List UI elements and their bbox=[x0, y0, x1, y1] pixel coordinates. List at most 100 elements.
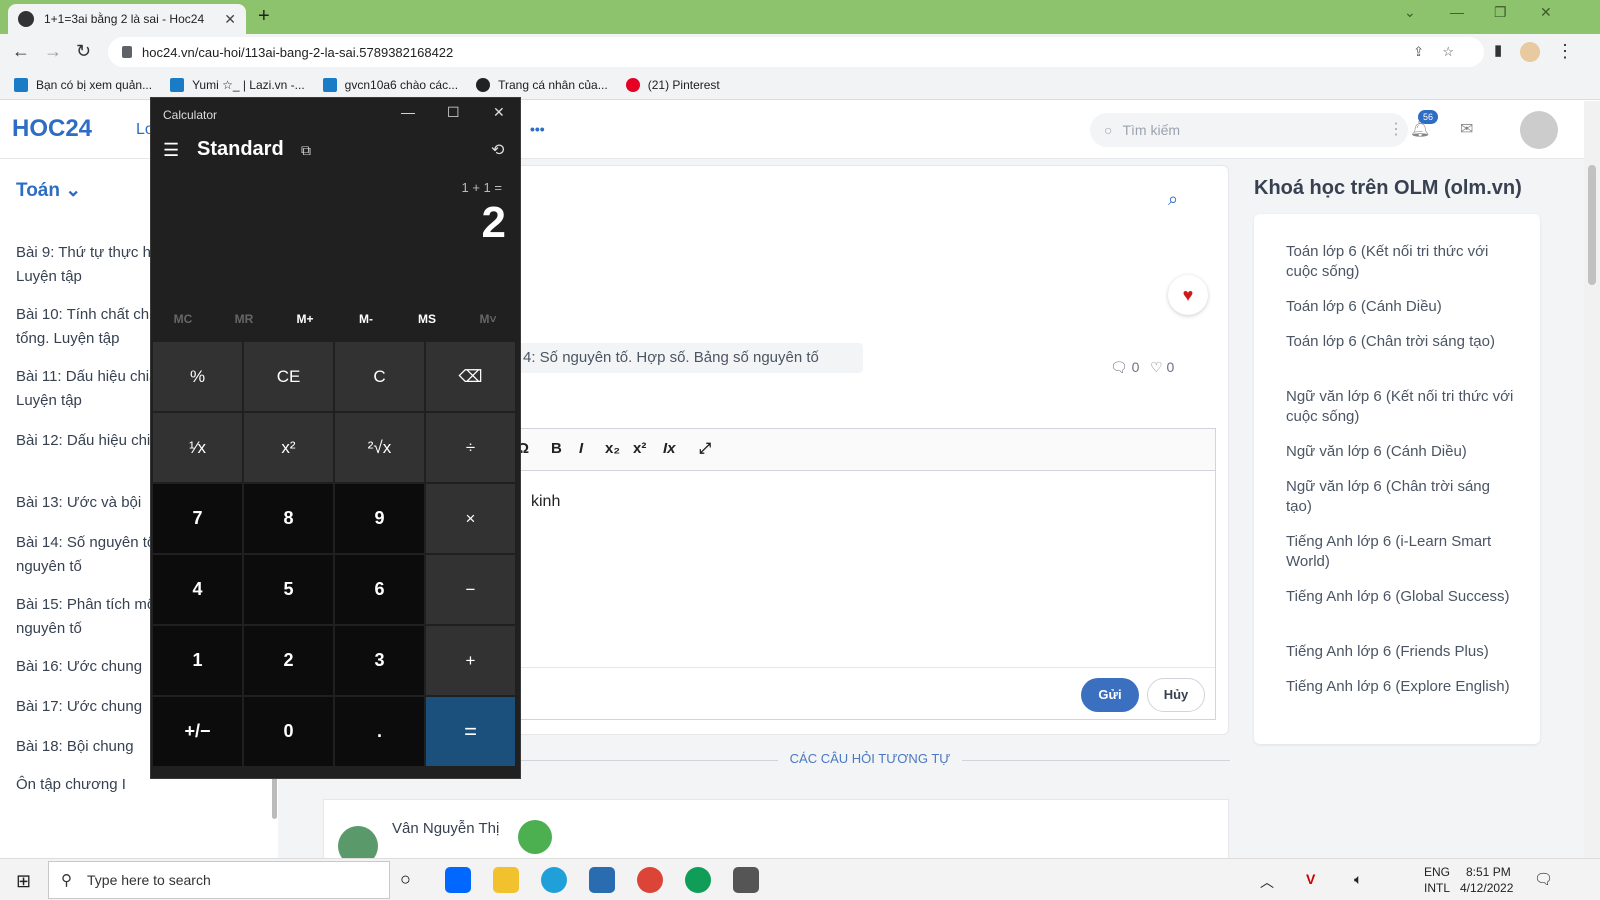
course-item[interactable]: Toán lớp 6 (Chân trời sáng tạo) bbox=[1286, 332, 1516, 352]
back-icon[interactable]: ← bbox=[12, 41, 30, 62]
kebab-icon[interactable]: ⋮ bbox=[1388, 119, 1404, 139]
site-search-input[interactable]: ○ Tìm kiếm bbox=[1090, 113, 1408, 147]
course-item[interactable]: Toán lớp 6 (Cánh Diều) bbox=[1286, 297, 1516, 317]
bookmark-item[interactable]: Bạn có bị xem quản... bbox=[14, 77, 152, 92]
hamburger-menu-icon[interactable]: ☰ bbox=[163, 140, 179, 161]
mail-icon[interactable]: ✉ bbox=[1460, 119, 1473, 139]
memory-recall-button[interactable]: MR bbox=[214, 312, 274, 326]
fullscreen-icon[interactable]: ⤢ bbox=[699, 440, 711, 457]
zoom-search-icon[interactable]: ⌕ bbox=[1168, 189, 1178, 210]
editor-text[interactable]: kinh bbox=[531, 493, 560, 511]
equals-key[interactable]: = bbox=[426, 697, 515, 766]
site-logo[interactable]: HOC24 bbox=[12, 115, 92, 143]
like-count[interactable]: ♡ 0 bbox=[1150, 359, 1174, 376]
digit-3-key[interactable]: 3 bbox=[335, 626, 424, 695]
browser-menu-icon[interactable]: ⋮ bbox=[1556, 41, 1574, 62]
bookmark-item[interactable]: Trang cá nhân của... bbox=[476, 77, 608, 92]
profile-avatar[interactable] bbox=[1520, 42, 1540, 62]
zalo-icon[interactable] bbox=[445, 867, 471, 893]
input-language[interactable]: ENG bbox=[1424, 865, 1450, 879]
digit-7-key[interactable]: 7 bbox=[153, 484, 242, 553]
superscript-icon[interactable]: x² bbox=[633, 440, 646, 457]
edge-icon[interactable] bbox=[541, 867, 567, 893]
course-item[interactable]: Tiếng Anh lớp 6 (Global Success) bbox=[1286, 587, 1516, 607]
keyboard-layout[interactable]: INTL bbox=[1424, 881, 1450, 895]
reload-icon[interactable]: ↻ bbox=[76, 41, 91, 62]
calc-minimize-button[interactable]: — bbox=[401, 104, 415, 120]
subscript-icon[interactable]: x₂ bbox=[605, 440, 620, 457]
italic-icon[interactable]: I bbox=[579, 440, 583, 457]
digit-5-key[interactable]: 5 bbox=[244, 555, 333, 624]
course-item[interactable]: Ngữ văn lớp 6 (Kết nối tri thức với cuộc… bbox=[1286, 387, 1516, 427]
memory-store-button[interactable]: MS bbox=[397, 312, 457, 326]
tray-overflow-icon[interactable]: ︿ bbox=[1260, 872, 1274, 892]
add-key[interactable]: + bbox=[426, 626, 515, 695]
course-item[interactable]: Tiếng Anh lớp 6 (Explore English) bbox=[1286, 677, 1516, 697]
forward-icon[interactable]: → bbox=[44, 41, 62, 62]
clear-format-icon[interactable]: Ix bbox=[663, 440, 676, 457]
course-item[interactable]: Ngữ văn lớp 6 (Cánh Diều) bbox=[1286, 442, 1516, 462]
memory-clear-button[interactable]: MC bbox=[153, 312, 213, 326]
square-root-key[interactable]: ²√x bbox=[335, 413, 424, 482]
task-view-icon[interactable]: ○ bbox=[400, 869, 411, 890]
digit-6-key[interactable]: 6 bbox=[335, 555, 424, 624]
negate-key[interactable]: +/− bbox=[153, 697, 242, 766]
digit-8-key[interactable]: 8 bbox=[244, 484, 333, 553]
clock-time[interactable]: 8:51 PM bbox=[1466, 865, 1511, 879]
windows-start-icon[interactable]: ⊞ bbox=[16, 871, 31, 892]
memory-subtract-button[interactable]: M- bbox=[336, 312, 396, 326]
chrome-icon[interactable] bbox=[637, 867, 663, 893]
subject-selector[interactable]: Toán ⌄ bbox=[16, 179, 81, 202]
keep-on-top-icon[interactable]: ⧉ bbox=[301, 142, 311, 159]
answer-author[interactable]: Vân Nguyễn Thị bbox=[392, 820, 499, 837]
reciprocal-key[interactable]: ¹⁄x bbox=[153, 413, 242, 482]
address-bar[interactable]: hoc24.vn/cau-hoi/113ai-bang-2-la-sai.578… bbox=[108, 37, 1484, 67]
digit-9-key[interactable]: 9 bbox=[335, 484, 424, 553]
percent-key[interactable]: % bbox=[153, 342, 242, 411]
star-icon[interactable]: ☆ bbox=[1442, 44, 1454, 60]
memory-list-button[interactable]: M˅ bbox=[458, 312, 518, 326]
clear-key[interactable]: C bbox=[335, 342, 424, 411]
topic-tag[interactable]: 4: Số nguyên tố. Hợp số. Bảng số nguyên … bbox=[513, 343, 863, 373]
course-item[interactable]: Toán lớp 6 (Kết nối tri thức với cuộc số… bbox=[1286, 242, 1516, 282]
photos-icon[interactable] bbox=[589, 867, 615, 893]
multiply-key[interactable]: × bbox=[426, 484, 515, 553]
decimal-key[interactable]: . bbox=[335, 697, 424, 766]
digit-0-key[interactable]: 0 bbox=[244, 697, 333, 766]
digit-2-key[interactable]: 2 bbox=[244, 626, 333, 695]
course-item[interactable]: Ngữ văn lớp 6 (Chân trời sáng tạo) bbox=[1286, 477, 1516, 517]
volume-icon[interactable]: 🔈︎ bbox=[1354, 871, 1362, 888]
digit-1-key[interactable]: 1 bbox=[153, 626, 242, 695]
restore-button[interactable]: ❐ bbox=[1494, 4, 1507, 21]
scrollbar-thumb[interactable] bbox=[1588, 165, 1596, 285]
minimize-button[interactable]: — bbox=[1450, 4, 1464, 20]
course-item[interactable]: Tiếng Anh lớp 6 (i-Learn Smart World) bbox=[1286, 532, 1516, 572]
memory-add-button[interactable]: M+ bbox=[275, 312, 335, 326]
close-window-button[interactable]: ✕ bbox=[1540, 4, 1552, 21]
calc-maximize-button[interactable]: ☐ bbox=[447, 104, 460, 121]
bold-icon[interactable]: B bbox=[551, 440, 562, 457]
tab-search-icon[interactable]: ⌄ bbox=[1404, 4, 1416, 21]
calc-close-button[interactable]: ✕ bbox=[493, 104, 505, 121]
user-avatar[interactable] bbox=[1520, 111, 1558, 149]
clock-date[interactable]: 4/12/2022 bbox=[1460, 881, 1513, 895]
more-menu-icon[interactable]: ••• bbox=[530, 121, 545, 137]
comment-count[interactable]: 🗨︎ 0 bbox=[1110, 359, 1139, 376]
send-button[interactable]: Gửi bbox=[1081, 678, 1139, 712]
course-item[interactable]: Tiếng Anh lớp 6 (Friends Plus) bbox=[1286, 642, 1516, 662]
chrome-profile-icon[interactable] bbox=[685, 867, 711, 893]
square-key[interactable]: x² bbox=[244, 413, 333, 482]
bookmark-item[interactable]: (21) Pinterest bbox=[625, 77, 720, 92]
taskbar-search-input[interactable]: ⚲ Type here to search bbox=[48, 861, 390, 899]
backspace-key[interactable]: ⌫ bbox=[426, 342, 515, 411]
antivirus-icon[interactable]: V bbox=[1306, 871, 1315, 887]
browser-tab[interactable]: 1+1=3ai bằng 2 là sai - Hoc24 ✕ bbox=[8, 4, 246, 34]
new-tab-button[interactable]: + bbox=[258, 5, 270, 28]
calculator-app-icon[interactable] bbox=[733, 867, 759, 893]
author-avatar[interactable] bbox=[338, 826, 378, 858]
sidepanel-icon[interactable]: ▮ bbox=[1494, 41, 1502, 59]
cancel-button[interactable]: Hủy bbox=[1147, 678, 1205, 712]
bookmark-item[interactable]: gvcn10a6 chào các... bbox=[322, 77, 458, 92]
share-icon[interactable]: ⇪ bbox=[1413, 44, 1424, 60]
subtract-key[interactable]: − bbox=[426, 555, 515, 624]
